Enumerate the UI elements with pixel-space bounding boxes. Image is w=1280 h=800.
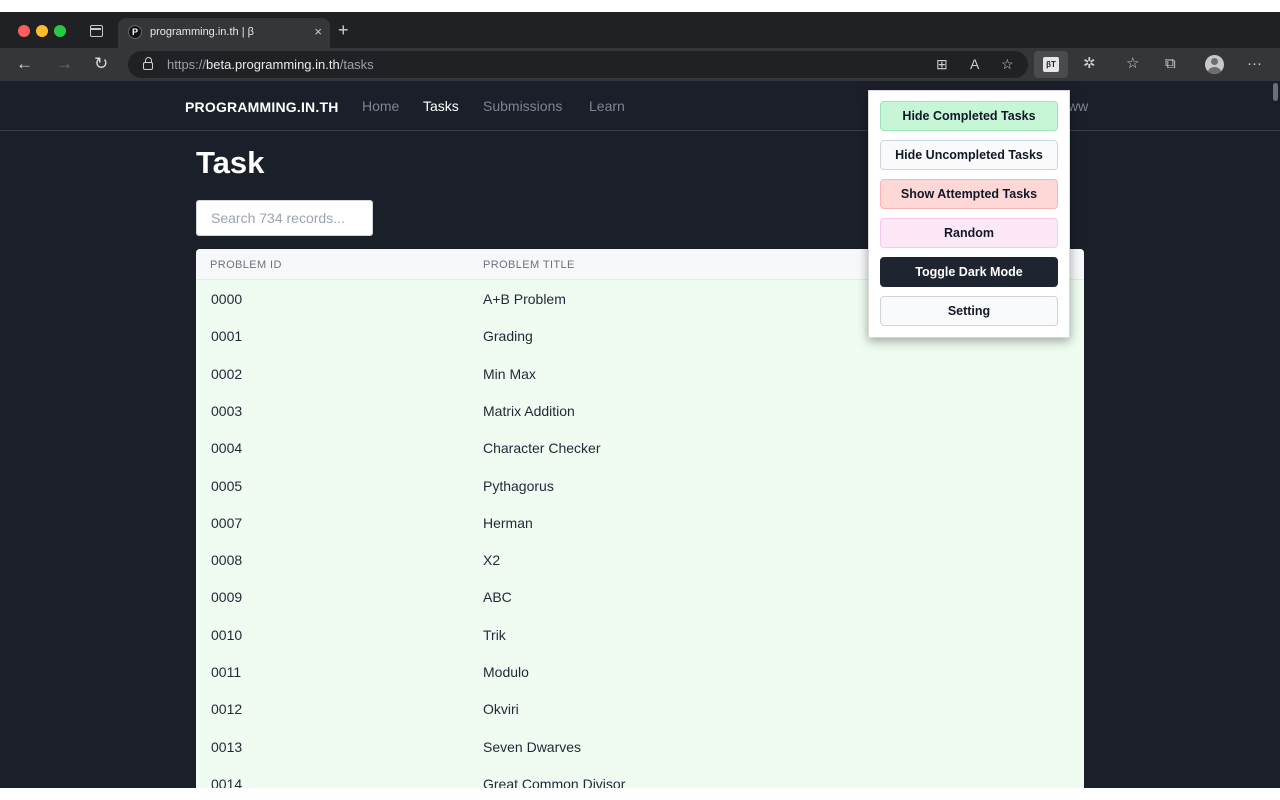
nav-right-item[interactable]: ww — [1068, 98, 1088, 114]
extension-button[interactable]: βT — [1034, 51, 1068, 78]
problem-title-link[interactable]: ABC — [483, 589, 512, 605]
problem-id-cell: 0001 — [211, 328, 243, 345]
problem-title-link[interactable]: Grading — [483, 328, 533, 344]
problem-id-cell: 0011 — [211, 664, 242, 680]
nav-home[interactable]: Home — [362, 98, 399, 114]
tab-strip: P programming.in.th | β × + — [0, 12, 1280, 48]
table-row[interactable]: 0013 Seven Dwarves — [196, 729, 1084, 766]
table-row[interactable]: 0010 Trik — [196, 617, 1084, 654]
problem-title-link[interactable]: Character Checker — [483, 440, 601, 456]
maximize-window-button[interactable] — [54, 25, 66, 37]
reload-icon[interactable]: ↻ — [94, 54, 108, 74]
hide-uncompleted-button[interactable]: Hide Uncompleted Tasks — [880, 140, 1058, 170]
new-tab-button[interactable]: + — [338, 21, 349, 39]
problem-id-cell: 0010 — [211, 626, 243, 643]
lock-icon — [143, 57, 153, 70]
table-row[interactable]: 0007 Herman — [196, 505, 1084, 542]
table-row[interactable]: 0005 Pythagorus — [196, 468, 1084, 505]
problem-title-link[interactable]: A+B Problem — [483, 291, 566, 307]
problem-id-cell: 0007 — [211, 514, 243, 531]
tab-actions-icon[interactable] — [90, 25, 103, 37]
problem-id-cell: 0005 — [211, 477, 243, 494]
table-row[interactable]: 0011 Modulo — [196, 654, 1084, 691]
tab-close-icon[interactable]: × — [314, 24, 322, 39]
problem-title-link[interactable]: Seven Dwarves — [483, 739, 581, 755]
url-text: https://beta.programming.in.th/tasks — [167, 57, 374, 72]
problem-id-cell: 0013 — [211, 738, 243, 755]
extension-popup: Hide Completed Tasks Hide Uncompleted Ta… — [868, 90, 1070, 338]
problem-title-link[interactable]: X2 — [483, 552, 500, 568]
nav-learn[interactable]: Learn — [589, 98, 625, 114]
show-attempted-button[interactable]: Show Attempted Tasks — [880, 179, 1058, 209]
page-scrollbar[interactable] — [1273, 83, 1278, 101]
problem-id-cell: 0012 — [211, 701, 243, 718]
nav-tasks[interactable]: Tasks — [423, 98, 459, 114]
problem-id-cell: 0003 — [211, 402, 243, 419]
table-row[interactable]: 0014 Great Common Divisor — [196, 766, 1084, 788]
site-logo[interactable]: PROGRAMMING.IN.TH — [185, 99, 339, 115]
site-header: PROGRAMMING.IN.TH Home Tasks Submissions… — [0, 81, 1280, 131]
table-row[interactable]: 0004 Character Checker — [196, 430, 1084, 467]
column-header-title[interactable]: PROBLEM TITLE — [483, 259, 575, 271]
table-row[interactable]: 0009 ABC — [196, 579, 1084, 616]
nav-submissions[interactable]: Submissions — [483, 98, 562, 114]
table-row[interactable]: 0003 Matrix Addition — [196, 393, 1084, 430]
problem-id-cell: 0000 — [211, 291, 243, 307]
problem-title-link[interactable]: Matrix Addition — [483, 403, 575, 419]
more-menu-icon[interactable]: ··· — [1247, 54, 1262, 74]
extensions-puzzle-icon[interactable]: ✲ — [1083, 54, 1096, 74]
problem-id-cell: 0002 — [211, 365, 243, 382]
browser-tab[interactable]: P programming.in.th | β × — [118, 18, 330, 48]
favorites-icon[interactable]: ☆ — [1126, 54, 1139, 74]
browser-window: P programming.in.th | β × + ← → ↻ https:… — [0, 12, 1280, 788]
favicon-icon: P — [128, 25, 142, 39]
problem-id-cell: 0008 — [211, 552, 243, 569]
problem-id-cell: 0009 — [211, 589, 243, 606]
collections-icon[interactable]: ⧉ — [1165, 54, 1176, 74]
table-row[interactable]: 0008 X2 — [196, 542, 1084, 579]
problem-title-link[interactable]: Modulo — [483, 664, 529, 680]
extension-icon: βT — [1043, 57, 1059, 72]
problem-id-cell: 0004 — [211, 440, 243, 457]
table-row[interactable]: 0002 Min Max — [196, 356, 1084, 393]
profile-avatar[interactable] — [1205, 55, 1224, 74]
problem-title-link[interactable]: Min Max — [483, 366, 536, 382]
table-row[interactable]: 0012 Okviri — [196, 691, 1084, 728]
toggle-dark-mode-button[interactable]: Toggle Dark Mode — [880, 257, 1058, 287]
problem-title-link[interactable]: Trik — [483, 627, 506, 643]
close-window-button[interactable] — [18, 25, 30, 37]
random-button[interactable]: Random — [880, 218, 1058, 248]
problem-title-link[interactable]: Pythagorus — [483, 478, 554, 494]
app-available-icon[interactable]: ⊞ — [936, 56, 948, 73]
search-input[interactable] — [196, 200, 373, 236]
address-bar[interactable]: https://beta.programming.in.th/tasks ⊞ A… — [128, 51, 1028, 78]
tab-title: programming.in.th | β — [150, 26, 254, 38]
add-favorite-icon[interactable]: ☆ — [1001, 56, 1014, 73]
problem-title-link[interactable]: Herman — [483, 515, 533, 531]
read-aloud-icon[interactable]: A — [970, 56, 979, 72]
back-icon[interactable]: ← — [16, 54, 33, 74]
web-page: PROGRAMMING.IN.TH Home Tasks Submissions… — [0, 81, 1280, 788]
setting-button[interactable]: Setting — [880, 296, 1058, 326]
hide-completed-button[interactable]: Hide Completed Tasks — [880, 101, 1058, 131]
column-header-id[interactable]: PROBLEM ID — [210, 259, 282, 271]
forward-icon[interactable]: → — [56, 54, 73, 74]
minimize-window-button[interactable] — [36, 25, 48, 37]
problem-id-cell: 0014 — [211, 775, 243, 788]
problem-title-link[interactable]: Great Common Divisor — [483, 776, 625, 788]
problem-title-link[interactable]: Okviri — [483, 701, 519, 717]
page-title: Task — [196, 145, 265, 180]
browser-toolbar: ← → ↻ https://beta.programming.in.th/tas… — [0, 48, 1280, 81]
